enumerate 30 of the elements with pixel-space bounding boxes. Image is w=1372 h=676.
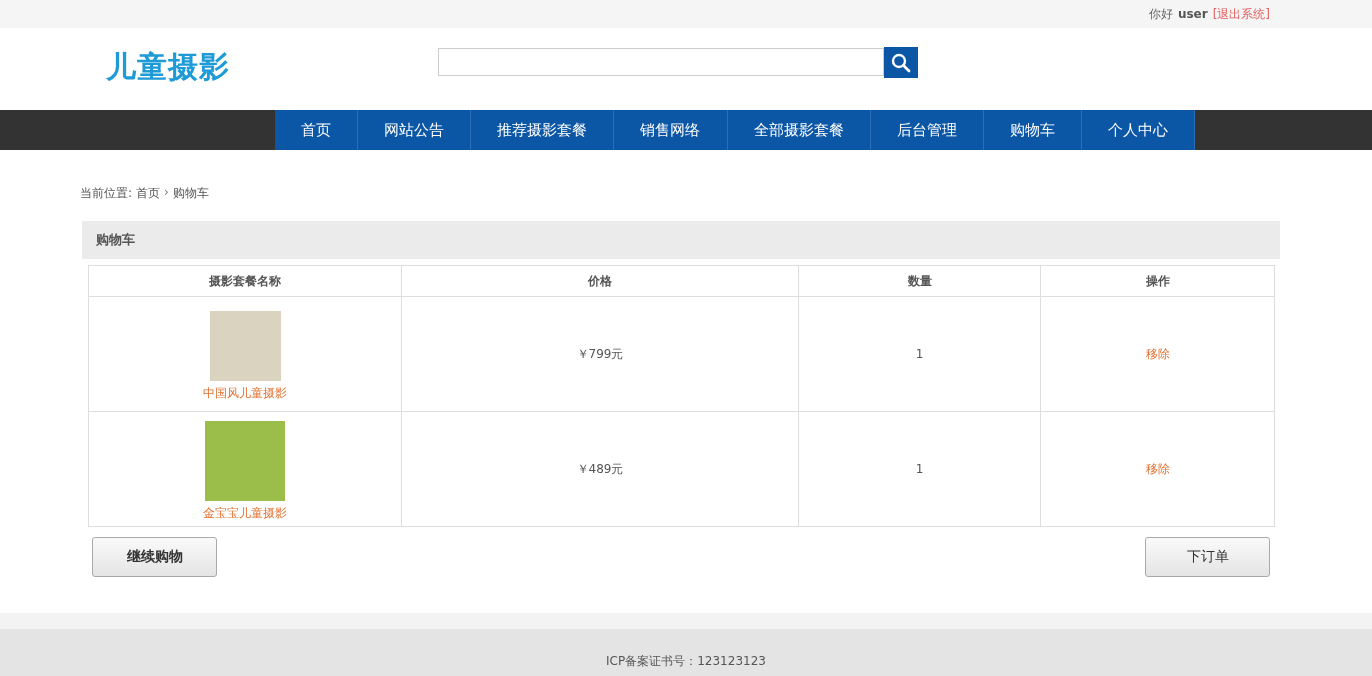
breadcrumb-label: 当前位置: <box>80 185 133 202</box>
breadcrumb-link[interactable]: 购物车 <box>172 185 209 202</box>
column-header: 数量 <box>798 265 1041 297</box>
breadcrumb-link[interactable]: 首页 <box>136 185 161 202</box>
search-field[interactable] <box>438 48 884 76</box>
icp-text: ICP备案证书号：123123123 <box>606 654 766 668</box>
search-icon <box>891 52 911 73</box>
column-header: 操作 <box>1040 265 1275 297</box>
nav-link[interactable]: 个人中心 <box>1081 110 1195 150</box>
table-cell: ￥489元 <box>401 411 799 527</box>
table-cell: 1 <box>798 296 1041 412</box>
username: user <box>1177 7 1208 21</box>
nav-link[interactable]: 后台管理 <box>870 110 984 150</box>
table-cell: ￥799元 <box>401 296 799 412</box>
table-cell: 1 <box>798 411 1041 527</box>
column-header: 摄影套餐名称 <box>88 265 402 297</box>
column-header: 价格 <box>401 265 799 297</box>
greeting-text: 你好 <box>1148 5 1173 23</box>
nav-link[interactable]: 购物车 <box>983 110 1082 150</box>
continue-shopping-button[interactable]: 继续购物 <box>92 537 217 577</box>
nav-link[interactable]: 销售网络 <box>614 110 728 150</box>
nav-link[interactable]: 全部摄影套餐 <box>727 110 871 150</box>
nav-link[interactable]: 首页 <box>275 110 359 150</box>
search-button[interactable] <box>884 47 918 78</box>
place-order-button[interactable]: 下订单 <box>1145 537 1270 577</box>
breadcrumb-separator: › <box>164 185 169 201</box>
panel-title: 购物车 <box>96 231 135 249</box>
nav-link[interactable]: 网站公告 <box>358 110 472 150</box>
photo-placeholder <box>209 311 281 381</box>
nav-link[interactable]: 推荐摄影套餐 <box>471 110 615 150</box>
